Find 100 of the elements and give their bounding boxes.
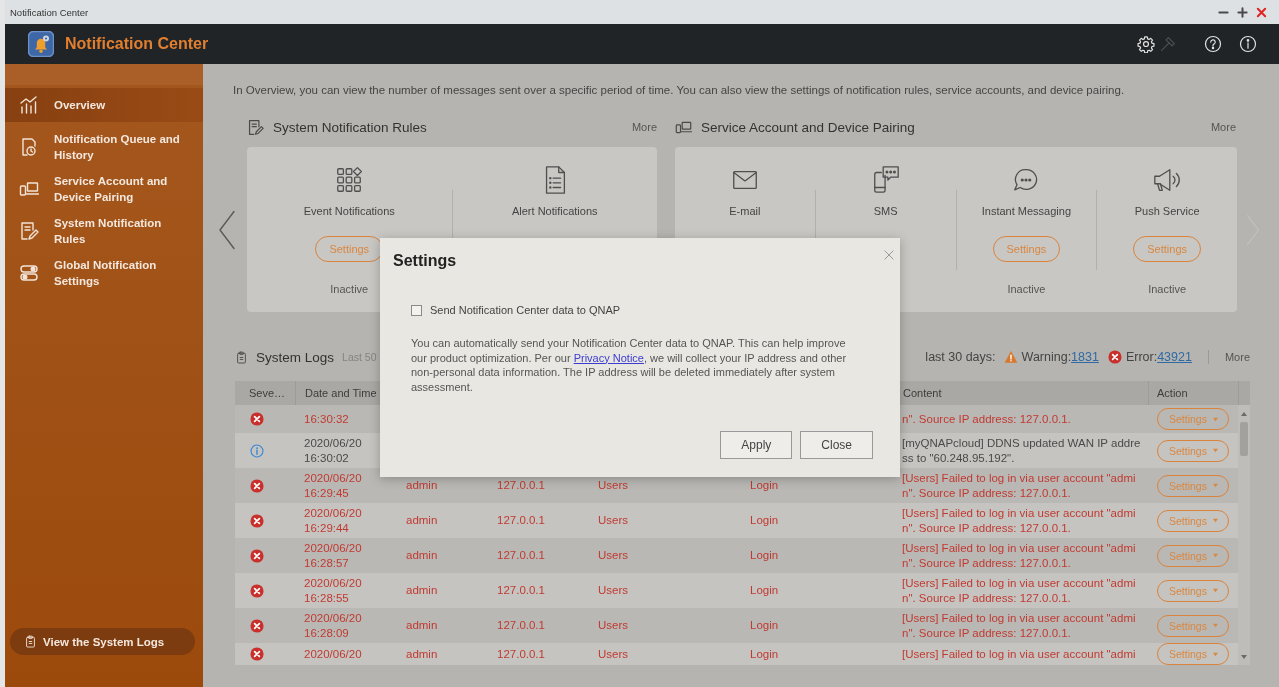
scrollbar-thumb[interactable] [1240, 422, 1248, 456]
table-row[interactable]: 2020/06/20 16:29:44 admin 127.0.0.1 Users Login [Users] Failed to log in via user account "admin". Source IP address: 127.0.0.1. Settings [235, 503, 1238, 538]
apply-button[interactable]: Apply [720, 431, 793, 459]
caret-icon [1211, 588, 1219, 593]
table-cell-text: [Users] Failed to log in via user account "admin". Source IP address: 127.0.0.1. [902, 470, 1137, 501]
grid-icon [334, 165, 365, 195]
privacy-notice-link[interactable]: Privacy Notice [573, 351, 644, 364]
window-title: Notification Center [10, 6, 89, 18]
caret-icon [1211, 651, 1219, 657]
error-icon [250, 478, 264, 493]
table-cell: Login [750, 513, 779, 528]
table-cell: Users [598, 478, 629, 493]
table-cell-text: 2020/06/20 16:29:44 [304, 505, 363, 536]
app-title: Notification Center [65, 35, 209, 53]
table-cell: 127.0.0.1 [497, 548, 545, 563]
table-cell: Login [750, 478, 779, 493]
item-label: SMS [873, 205, 898, 218]
plus-icon[interactable] [1237, 6, 1248, 18]
table-cell: Login [750, 548, 779, 563]
checkbox[interactable] [411, 305, 422, 316]
error-icon [1107, 350, 1122, 364]
table-cell-text: [Users] Failed to log in via user account "admi [902, 646, 1137, 662]
table-cell: Users [598, 646, 629, 662]
chart-icon [19, 95, 39, 115]
warning-icon [1003, 350, 1018, 364]
status-text: Inactive [1007, 283, 1046, 296]
table-cell: Login [750, 618, 779, 633]
chevron-left-icon[interactable] [218, 209, 236, 250]
checkbox-label[interactable]: Send Notification Center data to QNAP [430, 304, 621, 317]
close-icon[interactable] [1256, 6, 1267, 18]
table-row[interactable]: 2020/06/20 16:28:09 admin 127.0.0.1 Users Login [Users] Failed to log in via user account "admin". Source IP address: 127.0.0.1. Settings [235, 608, 1238, 643]
table-row[interactable]: 2020/06/20 16:28:57 admin 127.0.0.1 Users Login [Users] Failed to log in via user account "admin". Source IP address: 127.0.0.1. Settings [235, 538, 1238, 573]
document-pencil-icon [247, 118, 264, 136]
clipboard-icon [235, 349, 248, 365]
caret-icon [1211, 623, 1219, 628]
history-document-icon [19, 137, 39, 157]
status-text: Inactive [330, 283, 369, 296]
table-cell: 127.0.0.1 [497, 583, 545, 598]
sidebar-item[interactable]: Notification Queue and History [5, 130, 203, 164]
error-icon [250, 548, 264, 563]
table-cell: 127.0.0.1 [497, 618, 545, 633]
more-link[interactable]: More [1224, 351, 1250, 363]
table-cell: Users [598, 548, 629, 563]
table-cell: Users [598, 618, 629, 633]
bell-logo-icon [28, 31, 54, 57]
table-cell: admin [406, 478, 438, 493]
document-pencil-icon [19, 221, 39, 241]
caret-icon [1211, 483, 1219, 488]
caret-icon [1211, 518, 1219, 523]
scrollbar[interactable] [1238, 405, 1250, 665]
caret-icon [1211, 553, 1219, 558]
scroll-up-icon[interactable] [1240, 411, 1248, 417]
info-icon[interactable] [1239, 35, 1257, 53]
clipboard-icon [24, 634, 37, 649]
table-cell: 127.0.0.1 [497, 478, 545, 493]
error-icon [250, 412, 264, 426]
column-header[interactable]: Seve… [235, 381, 295, 405]
item-label: E-mail [729, 205, 761, 218]
table-cell-text: 2020/06/20 16:28:55 [304, 575, 363, 606]
item-label: Instant Messaging [981, 205, 1071, 218]
table-cell: admin [406, 548, 438, 563]
sidebar-item[interactable]: Service Account and Device Pairing [5, 172, 203, 206]
sidebar-item[interactable]: Overview [5, 88, 203, 122]
sidebar-item[interactable]: Global Notification Settings [5, 256, 203, 290]
table-row[interactable]: 2020/06/20 admin 127.0.0.1 Users Login [Users] Failed to log in via user account "admi Settings [235, 643, 1238, 665]
warning-label: Warning: [1021, 350, 1072, 364]
table-cell: 127.0.0.1 [497, 646, 545, 662]
close-button[interactable]: Close [800, 431, 873, 459]
summary-text: last 30 days: [925, 350, 996, 364]
warning-count-link[interactable]: 1831 [1071, 350, 1099, 364]
table-cell: [myQNAPcloud] DDNS updated WAN IP address to "60.248.95.192". [902, 435, 1141, 466]
scroll-down-icon[interactable] [1240, 654, 1248, 660]
error-count-link[interactable]: 43921 [1157, 350, 1192, 364]
table-cell-text: [Users] Failed to log in via user account "admin". Source IP address: 127.0.0.1. [902, 540, 1137, 571]
error-label: Error: [1125, 350, 1158, 364]
caret-icon [1211, 416, 1219, 422]
table-cell-text: [Users] Failed to log in via user account "admin". Source IP address: 127.0.0.1. [902, 575, 1137, 606]
table-cell-text: 2020/06/20 16:29:45 [304, 470, 363, 501]
help-icon[interactable] [1204, 35, 1222, 53]
table-row[interactable]: 2020/06/20 16:28:55 admin 127.0.0.1 Users Login [Users] Failed to log in via user account "admin". Source IP address: 127.0.0.1. Settings [235, 573, 1238, 608]
table-cell-text: [Users] Failed to log in via user account "admin". Source IP address: 127.0.0.1. [902, 610, 1137, 641]
settings-icon[interactable] [1137, 35, 1155, 53]
table-cell: Login [750, 583, 779, 598]
table-cell: admin [406, 513, 438, 528]
table-cell-text: 2020/06/20 16:30:02 [304, 435, 363, 466]
sidebar-item[interactable]: System Notification Rules [5, 214, 203, 248]
intro-text: In Overview, you can view the number of messages sent over a specific period of time. You can also view the settings of notification rules, service accounts, and device pairing. [233, 84, 1125, 97]
table-cell: Login [750, 646, 779, 662]
table-cell-text: n". Source IP address: 127.0.0.1. [902, 411, 1072, 427]
toggle-icon [19, 263, 39, 283]
section-title: System Logs [256, 349, 335, 365]
more-link[interactable]: More [1210, 121, 1236, 133]
view-logs-button[interactable]: View the System Logs [10, 628, 195, 655]
close-icon[interactable] [884, 250, 894, 260]
more-link[interactable]: More [631, 121, 657, 133]
info-icon [250, 443, 264, 458]
table-cell: admin [406, 618, 438, 633]
status-text: Inactive [1148, 283, 1187, 296]
caret-icon [1211, 448, 1219, 453]
table-cell: Users [598, 583, 629, 598]
